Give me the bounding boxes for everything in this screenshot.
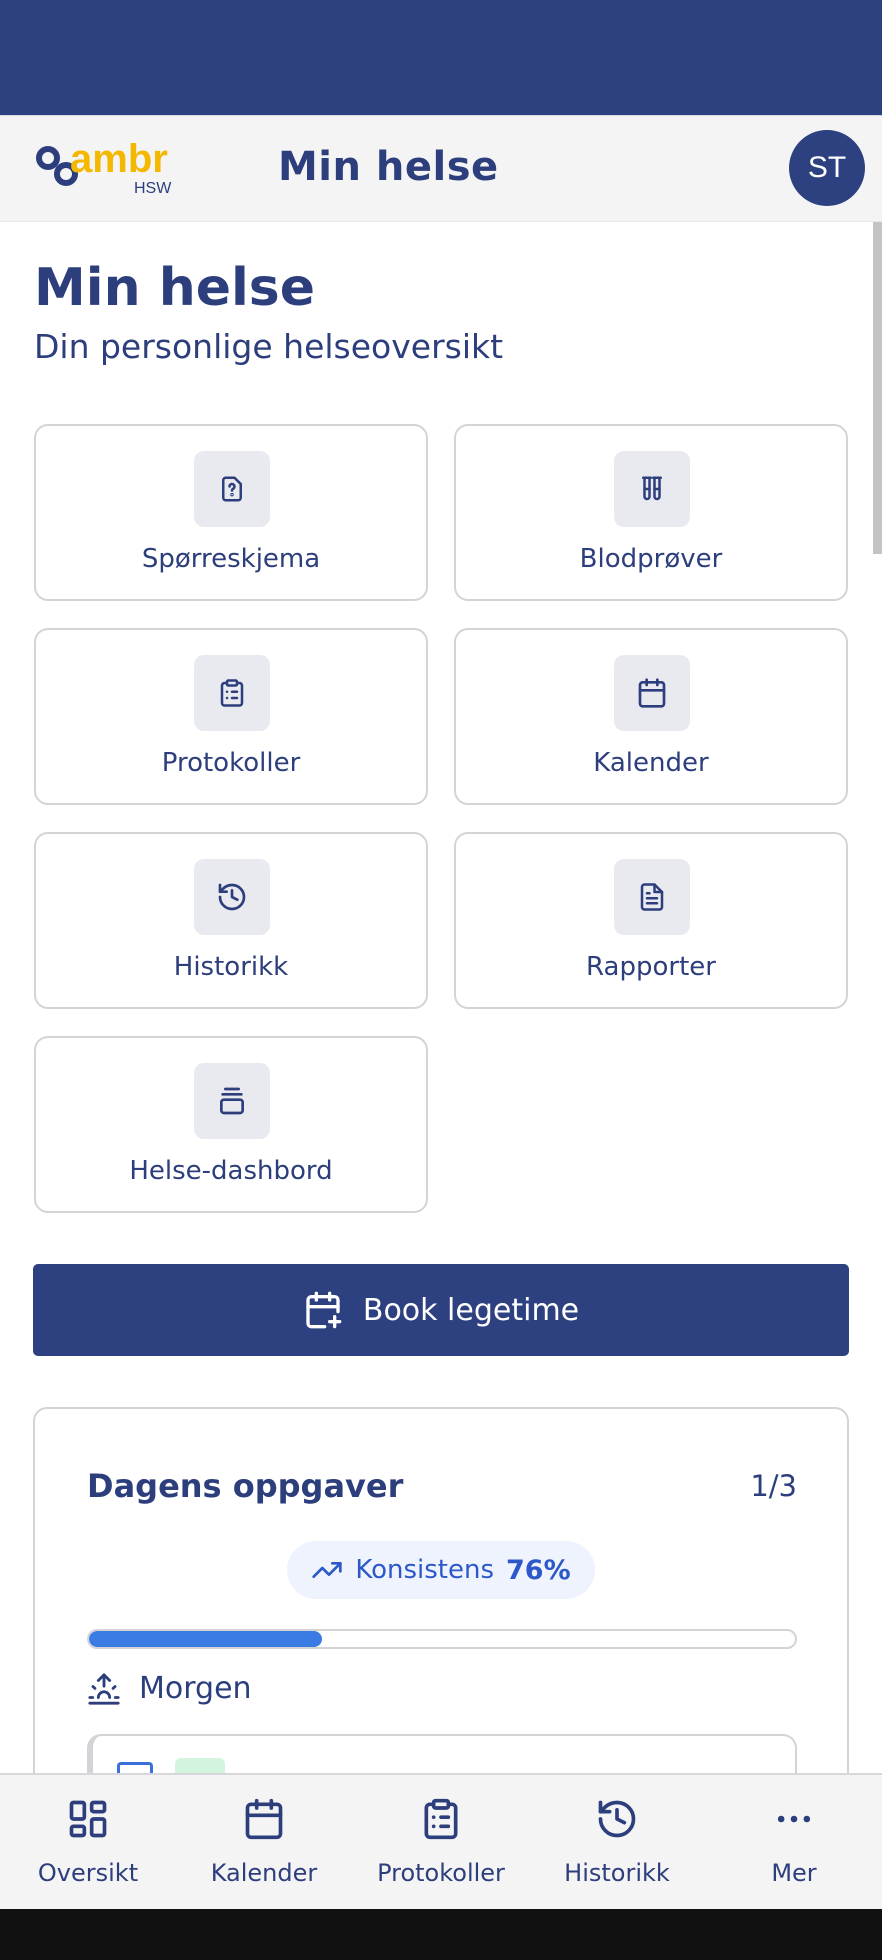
tile-label: Blodprøver xyxy=(579,544,723,574)
morning-label: Morgen xyxy=(139,1671,252,1706)
tile-questionnaire[interactable]: Spørreskjema xyxy=(34,424,428,601)
morning-section-header: Morgen xyxy=(87,1671,252,1706)
tile-label: Spørreskjema xyxy=(141,544,321,574)
trending-up-icon xyxy=(312,1562,343,1578)
app-header: ambr HSW Min helse ST xyxy=(0,115,882,222)
history-icon xyxy=(598,1800,636,1838)
tile-calendar[interactable]: Kalender xyxy=(454,628,848,805)
avatar-initials: ST xyxy=(807,151,847,184)
tile-label: Historikk xyxy=(173,952,289,982)
bottom-nav: Oversikt Kalender Protokoller Historikk … xyxy=(0,1773,882,1909)
logo-wordmark: ambr xyxy=(70,140,168,181)
tile-history[interactable]: Historikk xyxy=(34,832,428,1009)
nav-label: Protokoller xyxy=(377,1859,505,1887)
document-icon xyxy=(614,859,690,935)
nav-label: Mer xyxy=(771,1859,817,1887)
more-icon xyxy=(777,1815,811,1823)
test-tubes-icon xyxy=(614,451,690,527)
nav-item-history[interactable]: Historikk xyxy=(529,1797,705,1887)
status-bar xyxy=(0,0,882,115)
tasks-count: 1/3 xyxy=(750,1469,797,1503)
tasks-progress-bar xyxy=(87,1629,797,1649)
clipboard-list-icon xyxy=(424,1798,458,1840)
tile-label: Rapporter xyxy=(586,952,716,982)
calendar-icon xyxy=(614,655,690,731)
nav-label: Oversikt xyxy=(37,1859,139,1887)
consistency-label: Konsistens xyxy=(355,1555,495,1585)
tile-label: Helse-dashbord xyxy=(129,1156,333,1186)
logo-subtext: HSW xyxy=(134,180,172,197)
header-title: Min helse xyxy=(278,144,499,190)
layers-icon xyxy=(194,1063,270,1139)
tasks-progress-fill xyxy=(89,1631,322,1647)
nav-item-protocols[interactable]: Protokoller xyxy=(353,1797,529,1887)
sunrise-icon xyxy=(88,1672,120,1705)
tile-blood-tests[interactable]: Blodprøver xyxy=(454,424,848,601)
tile-protocols[interactable]: Protokoller xyxy=(34,628,428,805)
nav-item-calendar[interactable]: Kalender xyxy=(176,1797,352,1887)
book-appointment-label: Book legetime xyxy=(362,1292,580,1328)
clipboard-list-icon xyxy=(194,655,270,731)
user-avatar[interactable]: ST xyxy=(789,130,865,206)
nav-label: Historikk xyxy=(564,1859,670,1887)
tile-label: Kalender xyxy=(593,748,709,778)
tile-reports[interactable]: Rapporter xyxy=(454,832,848,1009)
nav-label: Kalender xyxy=(210,1859,318,1887)
tile-health-dashboard[interactable]: Helse-dashbord xyxy=(34,1036,428,1213)
consistency-badge: Konsistens 76% xyxy=(287,1541,595,1599)
book-appointment-button[interactable]: Book legetime xyxy=(33,1264,849,1356)
grid-icon xyxy=(69,1800,107,1838)
page-title: Min helse xyxy=(34,258,316,318)
calendar-icon xyxy=(245,1798,283,1840)
nav-item-more[interactable]: Mer xyxy=(706,1797,882,1887)
consistency-value: 76% xyxy=(506,1554,571,1586)
question-file-icon xyxy=(194,451,270,527)
calendar-plus-icon xyxy=(306,1291,342,1329)
tasks-title: Dagens oppgaver xyxy=(87,1467,404,1505)
tile-label: Protokoller xyxy=(161,748,301,778)
history-icon xyxy=(194,859,270,935)
nav-item-overview[interactable]: Oversikt xyxy=(0,1797,176,1887)
page-subtitle: Din personlige helseoversikt xyxy=(34,327,504,366)
scrollbar-thumb[interactable] xyxy=(873,222,882,554)
system-nav-bar xyxy=(0,1909,882,1960)
